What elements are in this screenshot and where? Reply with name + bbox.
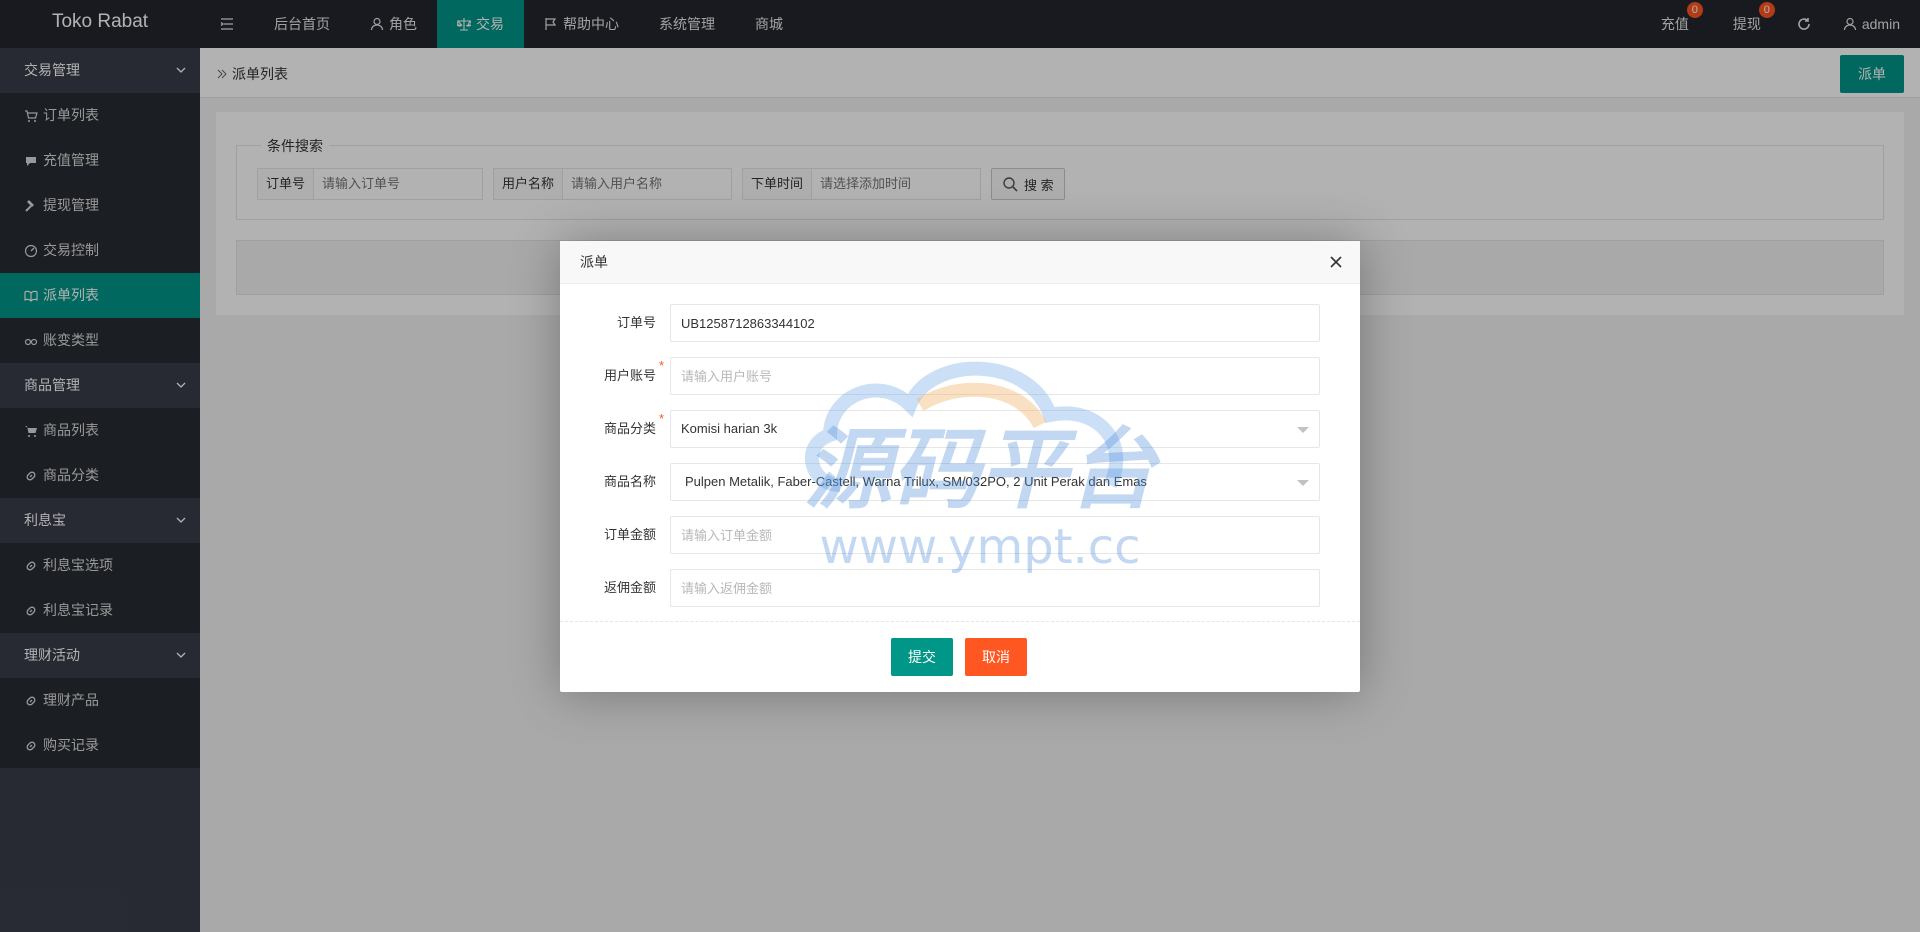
category-selected-value: Komisi harian 3k xyxy=(681,421,778,436)
form-row-product-name: 商品名称 Pulpen Metalik, Faber-Castell, Warn… xyxy=(560,463,1360,501)
order-amount-label: 订单金额 xyxy=(603,527,656,542)
product-selected-value: Pulpen Metalik, Faber-Castell, Warna Tri… xyxy=(685,474,1147,489)
dropdown-caret-icon xyxy=(1297,480,1309,486)
modal-body: 订单号 用户账号 * 商品分类 * Komisi harian 3k 商品名称 … xyxy=(560,284,1360,621)
order-amount-input[interactable] xyxy=(670,516,1320,554)
rebate-amount-label: 返佣金额 xyxy=(603,580,656,595)
product-name-select[interactable]: Pulpen Metalik, Faber-Castell, Warna Tri… xyxy=(670,463,1320,501)
category-label: 商品分类 xyxy=(603,421,656,436)
submit-button[interactable]: 提交 xyxy=(891,638,953,676)
cancel-button[interactable]: 取消 xyxy=(965,638,1027,676)
required-mark: * xyxy=(659,411,665,426)
close-icon[interactable] xyxy=(1328,254,1344,270)
form-row-order-no: 订单号 xyxy=(560,304,1360,342)
modal-footer: 提交 取消 xyxy=(560,621,1360,692)
form-row-rebate-amount: 返佣金额 xyxy=(560,569,1360,607)
order-no-label: 订单号 xyxy=(616,315,656,330)
dropdown-caret-icon xyxy=(1297,427,1309,433)
product-name-label: 商品名称 xyxy=(603,474,656,489)
modal-title: 派单 xyxy=(560,241,1360,284)
required-mark: * xyxy=(659,358,665,373)
order-no-input[interactable] xyxy=(670,304,1320,342)
user-account-label: 用户账号 xyxy=(603,368,656,383)
form-row-order-amount: 订单金额 xyxy=(560,516,1360,554)
rebate-amount-input[interactable] xyxy=(670,569,1320,607)
user-account-input[interactable] xyxy=(670,357,1320,395)
form-row-user-account: 用户账号 * xyxy=(560,357,1360,395)
form-row-category: 商品分类 * Komisi harian 3k xyxy=(560,410,1360,448)
dispatch-modal: 派单 订单号 用户账号 * 商品分类 * Komisi harian 3k 商品… xyxy=(560,241,1360,692)
category-select[interactable]: Komisi harian 3k xyxy=(670,410,1320,448)
